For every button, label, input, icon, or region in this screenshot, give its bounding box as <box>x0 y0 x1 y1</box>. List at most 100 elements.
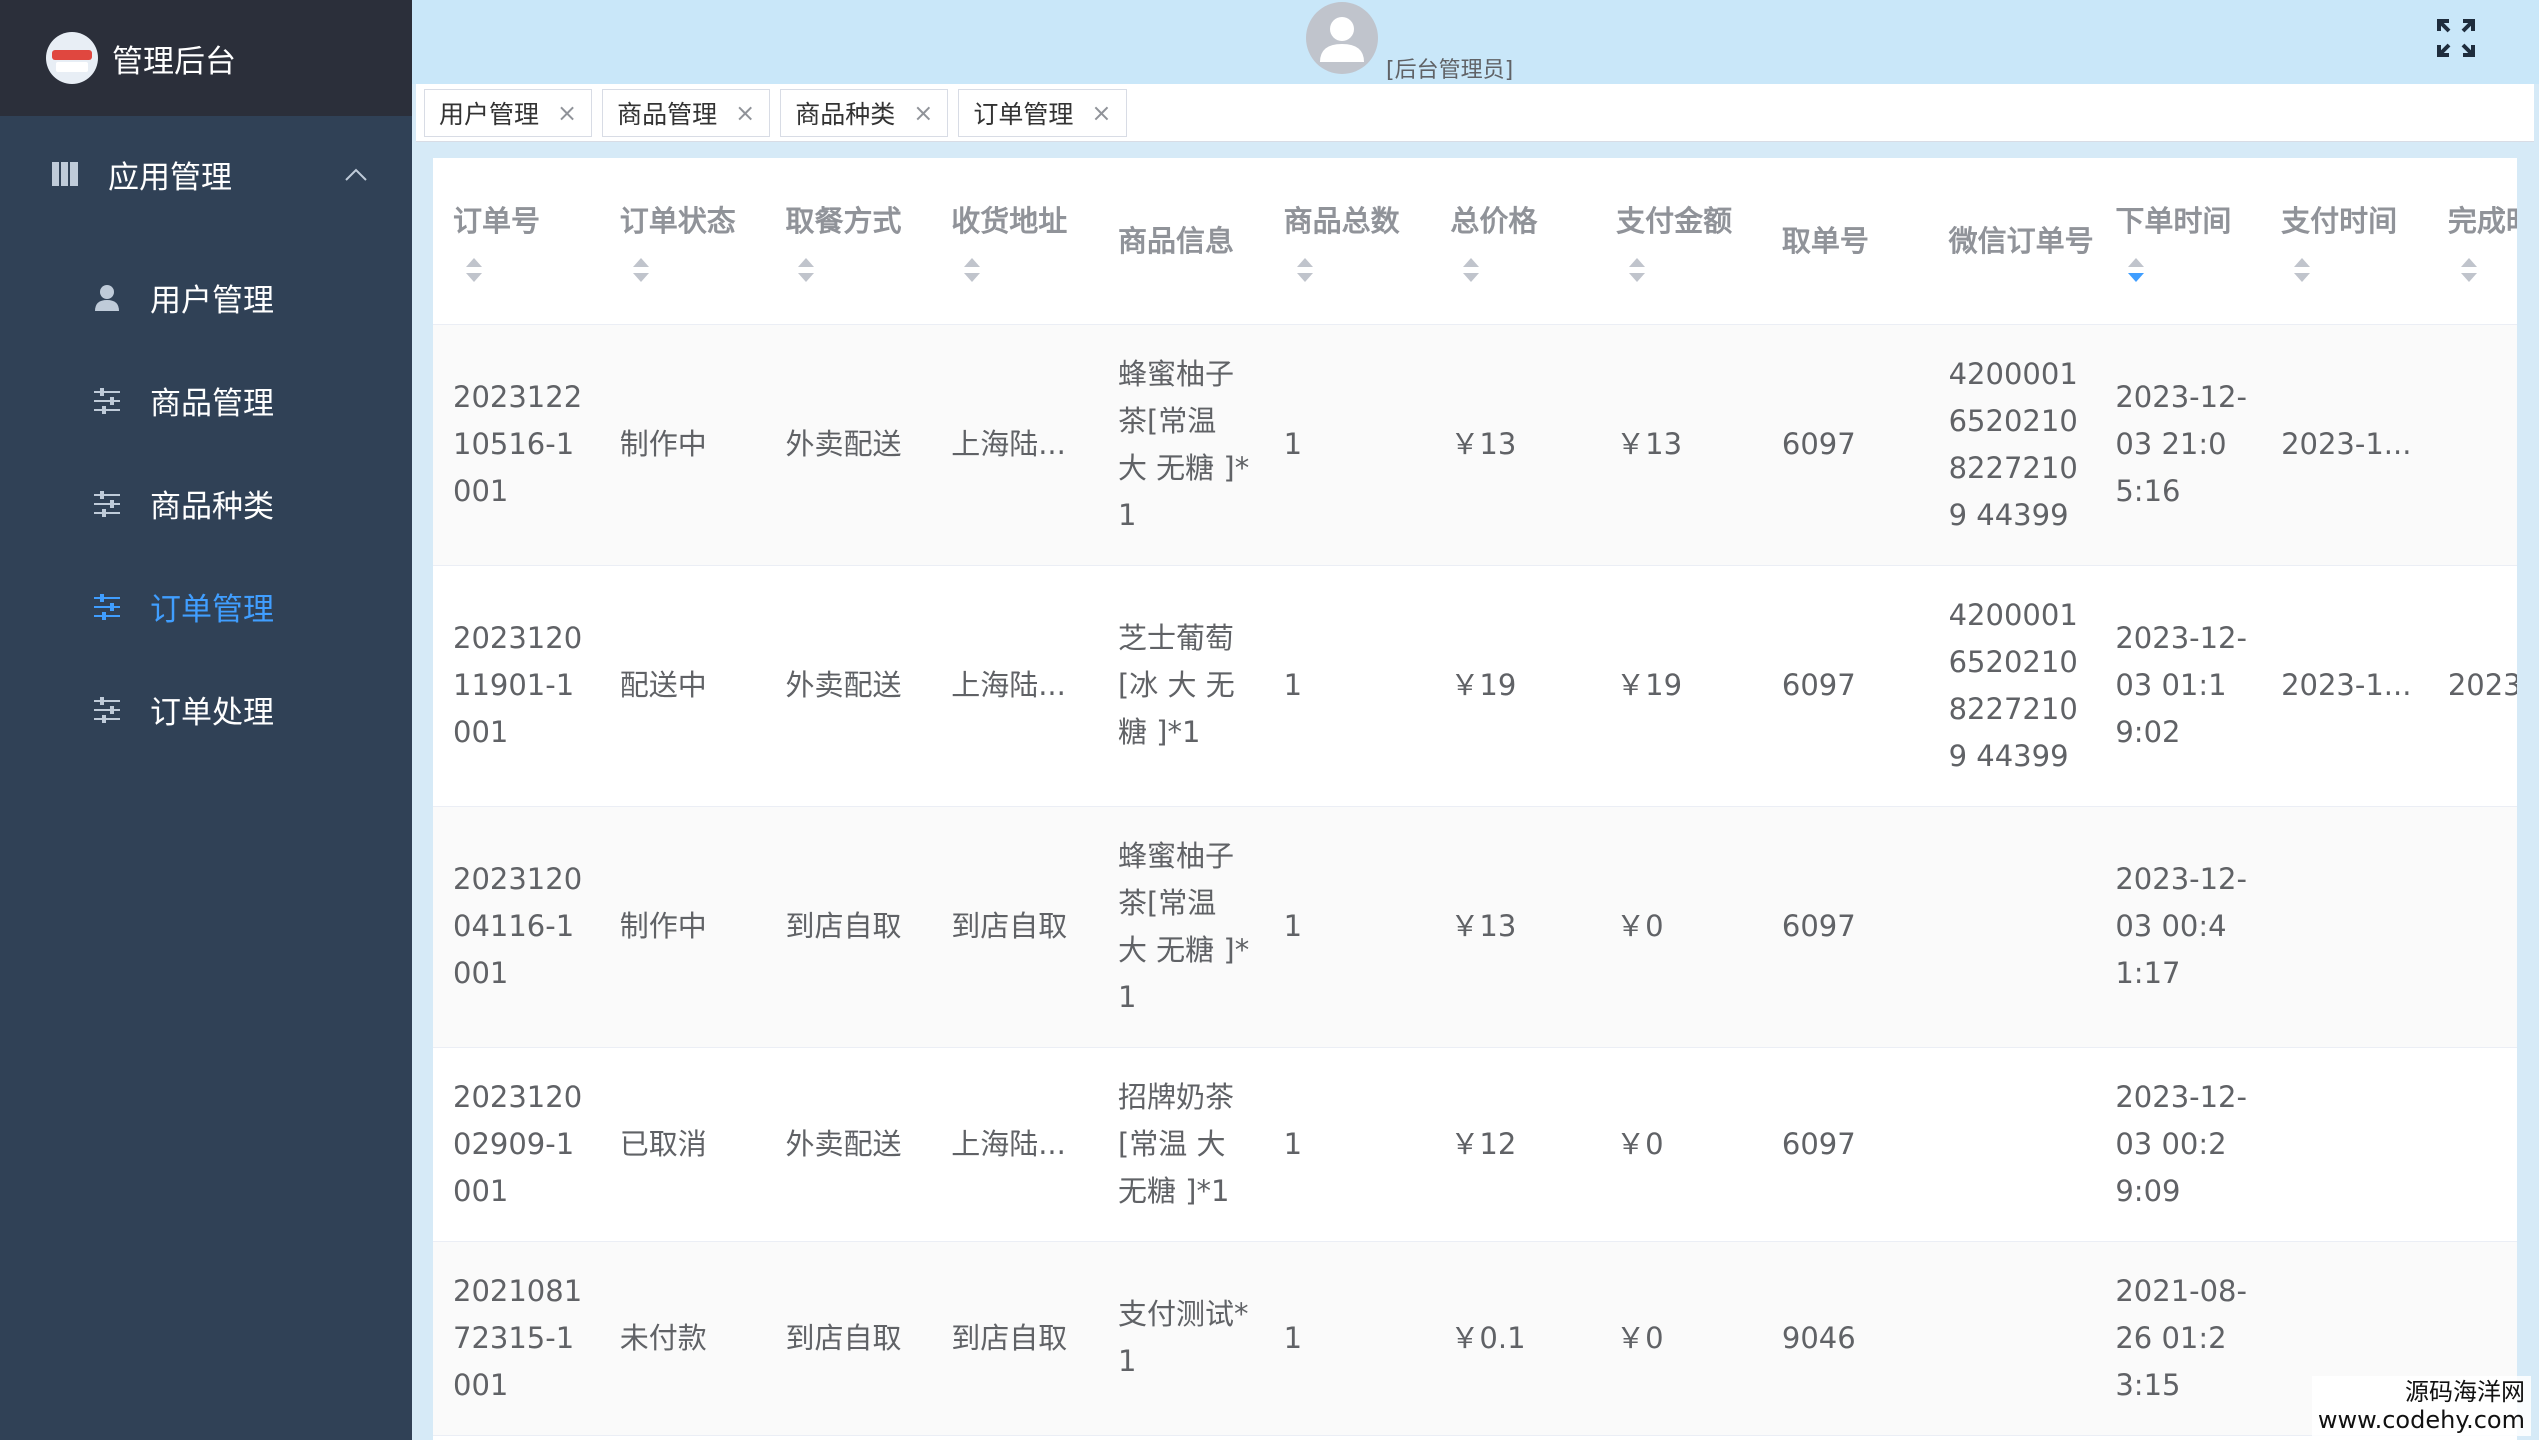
table-cell: 外卖配送 <box>765 324 932 566</box>
menu-group-app-management[interactable]: 应用管理 <box>0 116 412 232</box>
chevron-up-icon <box>345 168 367 181</box>
table-cell: 1 <box>1263 1241 1431 1436</box>
sort-icon[interactable] <box>1628 256 1646 284</box>
table-cell: ￥0 <box>1596 806 1762 1048</box>
table-cell: 蜂蜜柚子茶[常温 大 无糖 ]*1 <box>1097 324 1264 566</box>
table-cell: 2023-12-03 00:41:17 <box>2095 806 2262 1048</box>
sort-icon[interactable] <box>1296 256 1314 284</box>
table-cell: 芝士葡萄[冰 大 无糖 ]*1 <box>1097 565 1264 807</box>
table-cell: 202312210516-1001 <box>433 324 600 566</box>
tag-order-management[interactable]: 订单管理 × <box>958 88 1127 137</box>
close-icon[interactable]: × <box>735 99 755 127</box>
sort-icon[interactable] <box>632 256 650 284</box>
column-header-label: 微信订单号 <box>1948 223 2094 258</box>
table-cell <box>2427 806 2517 1048</box>
watermark-line2: www.codehy.com <box>2317 1406 2525 1434</box>
sidebar-item-user-management[interactable]: 用户管理 <box>0 246 412 349</box>
sidebar-item-label: 商品管理 <box>150 386 274 422</box>
table-cell <box>2261 1047 2428 1242</box>
table-cell: 1 <box>1263 565 1431 807</box>
table-cell: 制作中 <box>599 806 766 1048</box>
column-header-label: 完成时 <box>2447 203 2517 238</box>
table-cell: 202108172315-1001 <box>433 1241 600 1436</box>
sidebar-item-label: 商品种类 <box>150 489 274 525</box>
table-row[interactable]: 202312210516-1001 制作中 外卖配送 上海陆... 蜂蜜柚子茶[常温 大… <box>433 324 2517 566</box>
table-cell: ￥13 <box>1430 324 1597 566</box>
sort-icon[interactable] <box>2293 256 2311 284</box>
close-icon[interactable]: × <box>1091 99 1111 127</box>
sort-icon[interactable] <box>797 256 815 284</box>
table-cell <box>1928 1047 2096 1242</box>
table-row[interactable]: 202312002909-1001 已取消 外卖配送 上海陆... 招牌奶茶[常温 大 … <box>433 1047 2517 1242</box>
sidebar-item-product-category[interactable]: 商品种类 <box>0 452 412 555</box>
sidebar-item-order-management[interactable]: 订单管理 <box>0 555 412 658</box>
watermark: 源码海洋网 www.codehy.com <box>2311 1376 2531 1436</box>
table-cell: 2023-12-03 21:05:16 <box>2095 324 2262 566</box>
avatar[interactable] <box>1306 2 1378 74</box>
column-header[interactable]: 支付时间 <box>2261 158 2428 325</box>
column-header[interactable]: 订单状态 <box>599 158 766 325</box>
close-icon[interactable]: × <box>557 99 577 127</box>
sort-icon[interactable] <box>2460 256 2478 284</box>
sliders-icon <box>94 387 120 414</box>
tag-product-management[interactable]: 商品管理 × <box>602 88 771 137</box>
table-cell: ￥12 <box>1430 1047 1597 1242</box>
sidebar: 管理后台 应用管理 用户管理 商品管理 商品种类 订单管理 订单处理 <box>0 0 412 1440</box>
table-cell <box>2261 806 2428 1048</box>
sort-icon[interactable] <box>1462 256 1480 284</box>
watermark-line1: 源码海洋网 <box>2405 1378 2525 1406</box>
sidebar-item-label: 订单处理 <box>150 695 274 731</box>
sort-icon[interactable] <box>2127 256 2145 284</box>
table-cell: 2023-1... <box>2261 565 2428 807</box>
table-cell: 9046 <box>1761 1241 1929 1436</box>
table-cell: ￥19 <box>1430 565 1597 807</box>
sort-icon[interactable] <box>465 256 483 284</box>
column-header[interactable]: 收货地址 <box>931 158 1098 325</box>
sidebar-item-product-management[interactable]: 商品管理 <box>0 349 412 452</box>
column-header-label: 下单时间 <box>2115 203 2232 238</box>
table-cell: 2023-1... <box>2261 324 2428 566</box>
table-cell: 未付款 <box>599 1241 766 1436</box>
column-header-label: 支付金额 <box>1616 203 1733 238</box>
user-icon <box>95 284 119 311</box>
column-header[interactable]: 完成时 <box>2427 158 2517 325</box>
table-row[interactable]: 202312004116-1001 制作中 到店自取 到店自取 蜂蜜柚子茶[常温 大 无… <box>433 806 2517 1048</box>
column-header: 微信订单号 <box>1928 158 2096 325</box>
sidebar-item-order-processing[interactable]: 订单处理 <box>0 658 412 761</box>
column-header[interactable]: 总价格 <box>1430 158 1597 325</box>
main-content: 用户管理 × 商品管理 × 商品种类 × 订单管理 × 订单号 订单状态 取餐方式 收… <box>412 84 2539 1440</box>
column-header[interactable]: 取餐方式 <box>765 158 932 325</box>
table-cell: 202312002909-1001 <box>433 1047 600 1242</box>
table-cell: 6097 <box>1761 806 1929 1048</box>
column-header-label: 订单号 <box>453 203 541 238</box>
table-cell: ￥19 <box>1596 565 1762 807</box>
tag-user-management[interactable]: 用户管理 × <box>424 88 593 137</box>
table-cell: 6097 <box>1761 565 1929 807</box>
sort-icon[interactable] <box>963 256 981 284</box>
table-cell: 4200001652021082272109 44399 <box>1928 324 2096 566</box>
table-cell: 制作中 <box>599 324 766 566</box>
column-header-label: 订单状态 <box>619 203 736 238</box>
column-header-label: 收货地址 <box>951 203 1068 238</box>
column-header[interactable]: 订单号 <box>433 158 600 325</box>
fullscreen-icon[interactable] <box>2436 18 2476 58</box>
column-header[interactable]: 支付金额 <box>1596 158 1762 325</box>
table-cell: 2023-1 <box>2427 565 2517 807</box>
table-cell: 上海陆... <box>931 1047 1098 1242</box>
menu-list: 用户管理 商品管理 商品种类 订单管理 订单处理 <box>0 246 412 761</box>
table-cell: 1 <box>1263 806 1431 1048</box>
close-icon[interactable]: × <box>913 99 933 127</box>
column-header[interactable]: 商品总数 <box>1263 158 1431 325</box>
table-cell: 2021-08-26 01:23:15 <box>2095 1241 2262 1436</box>
table-header-row: 订单号 订单状态 取餐方式 收货地址商品信息 商品总数 总价格 支付金额取单号 微信订单号 下单… <box>433 158 2517 325</box>
column-header-label: 商品信息 <box>1117 223 1234 258</box>
tag-product-category[interactable]: 商品种类 × <box>780 88 949 137</box>
table-cell: ￥0 <box>1596 1241 1762 1436</box>
table-row[interactable]: 202108172315-1001 未付款 到店自取 到店自取 支付测试*1 1 ￥0.1 ￥… <box>433 1241 2517 1436</box>
table-cell: ￥0.1 <box>1430 1241 1597 1436</box>
table-row[interactable]: 202312011901-1001 配送中 外卖配送 上海陆... 芝士葡萄[冰 大 无… <box>433 565 2517 807</box>
column-header[interactable]: 下单时间 <box>2095 158 2262 325</box>
table-cell: 4200001652021082272109 44399 <box>1928 565 2096 807</box>
user-avatar-icon <box>1320 17 1364 62</box>
column-header-label: 取单号 <box>1781 223 1869 258</box>
